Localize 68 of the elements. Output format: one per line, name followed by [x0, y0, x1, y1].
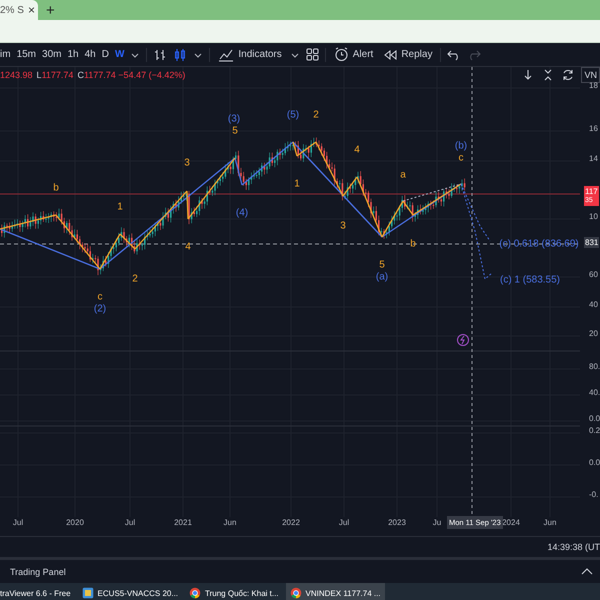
date-label: 2020 [66, 518, 84, 527]
wave-label: 1 [117, 202, 123, 212]
wave-label: b [410, 238, 416, 250]
alert-button[interactable]: Alert [332, 47, 376, 62]
wave-label: 2 [132, 274, 138, 284]
price-label: 16 [589, 124, 598, 133]
legend-value: 1243.98 [0, 70, 33, 80]
date-label: Jul [124, 518, 136, 527]
price-label: 10 [589, 212, 598, 221]
replay-button[interactable]: Replay [381, 48, 434, 60]
interval-button[interactable]: im [0, 49, 11, 60]
wave-label: 4 [185, 242, 191, 252]
wave-label: 3 [184, 158, 190, 168]
wave-label: b [53, 182, 59, 194]
legend-value: C1177.74 −54.47 (−4.42%) [77, 70, 186, 80]
date-label: Jul [338, 518, 350, 527]
wave-label: (a) [376, 272, 388, 282]
price-label: -0. [589, 490, 598, 499]
date-label: 2024 [502, 518, 520, 527]
interval-button[interactable]: D [102, 49, 109, 60]
price-label: 20 [589, 329, 598, 338]
price-label: 60 [589, 270, 598, 279]
symbol-box[interactable]: VN [581, 67, 600, 83]
panel-title[interactable]: Trading Panel [10, 566, 66, 576]
date-label: 2022 [282, 518, 300, 527]
wave-label: 3 [340, 220, 346, 232]
interval-button[interactable]: 30m [42, 49, 62, 60]
wave-label: c [458, 152, 464, 164]
date-label: 2021 [174, 518, 192, 527]
price-label: 40 [589, 300, 598, 309]
price-label: 0.2 [589, 426, 600, 435]
clock-text: 14:39:38 (UT [547, 542, 600, 552]
wave-label: c [98, 292, 102, 302]
price-label: 0.0 [589, 414, 600, 423]
price-label: 14 [589, 154, 598, 163]
browser-tab[interactable]: 2% S × [0, 0, 38, 20]
wave-label: 1 [294, 178, 300, 190]
wave-label: 5 [379, 260, 385, 270]
indicators-button[interactable]: Indicators [216, 48, 284, 62]
price-label: 80. [589, 362, 600, 371]
interval-button[interactable]: W [114, 49, 124, 60]
price-label: 0.0 [589, 458, 600, 467]
taskbar-item[interactable]: VNINDEX 1177.74 ... [286, 583, 385, 600]
wave-label: (4) [236, 208, 248, 218]
date-label: Jun [544, 518, 556, 527]
wave-label: 2 [313, 110, 319, 120]
level-price-badge: 831 [584, 237, 600, 248]
date-label: 2023 [388, 518, 406, 527]
interval-button[interactable]: 4h [84, 49, 96, 60]
wave-label: 5 [232, 126, 238, 136]
wave-label: (b) [454, 140, 468, 152]
interval-button[interactable]: 15m [16, 49, 36, 60]
wave-label: (2) [94, 304, 106, 314]
close-icon[interactable]: × [28, 3, 38, 17]
price-label: 18 [589, 81, 598, 90]
wave-label: 4 [354, 144, 360, 156]
date-label: Jun [224, 518, 236, 527]
interval-button[interactable]: 1h [67, 49, 79, 60]
date-label: Ju [432, 518, 442, 527]
wave-label: (c) 1 (583.55) [500, 274, 560, 286]
price-label: 40. [589, 388, 600, 397]
wave-label: (3) [228, 114, 240, 124]
wave-label: a [400, 170, 406, 180]
date-label: Jul [12, 518, 24, 527]
new-tab-button[interactable]: + [43, 2, 58, 18]
wave-label: (5) [286, 110, 300, 120]
wave-label: (c) 0.618 (836.69) [499, 238, 579, 250]
legend-value: L1177.74 [36, 70, 74, 80]
